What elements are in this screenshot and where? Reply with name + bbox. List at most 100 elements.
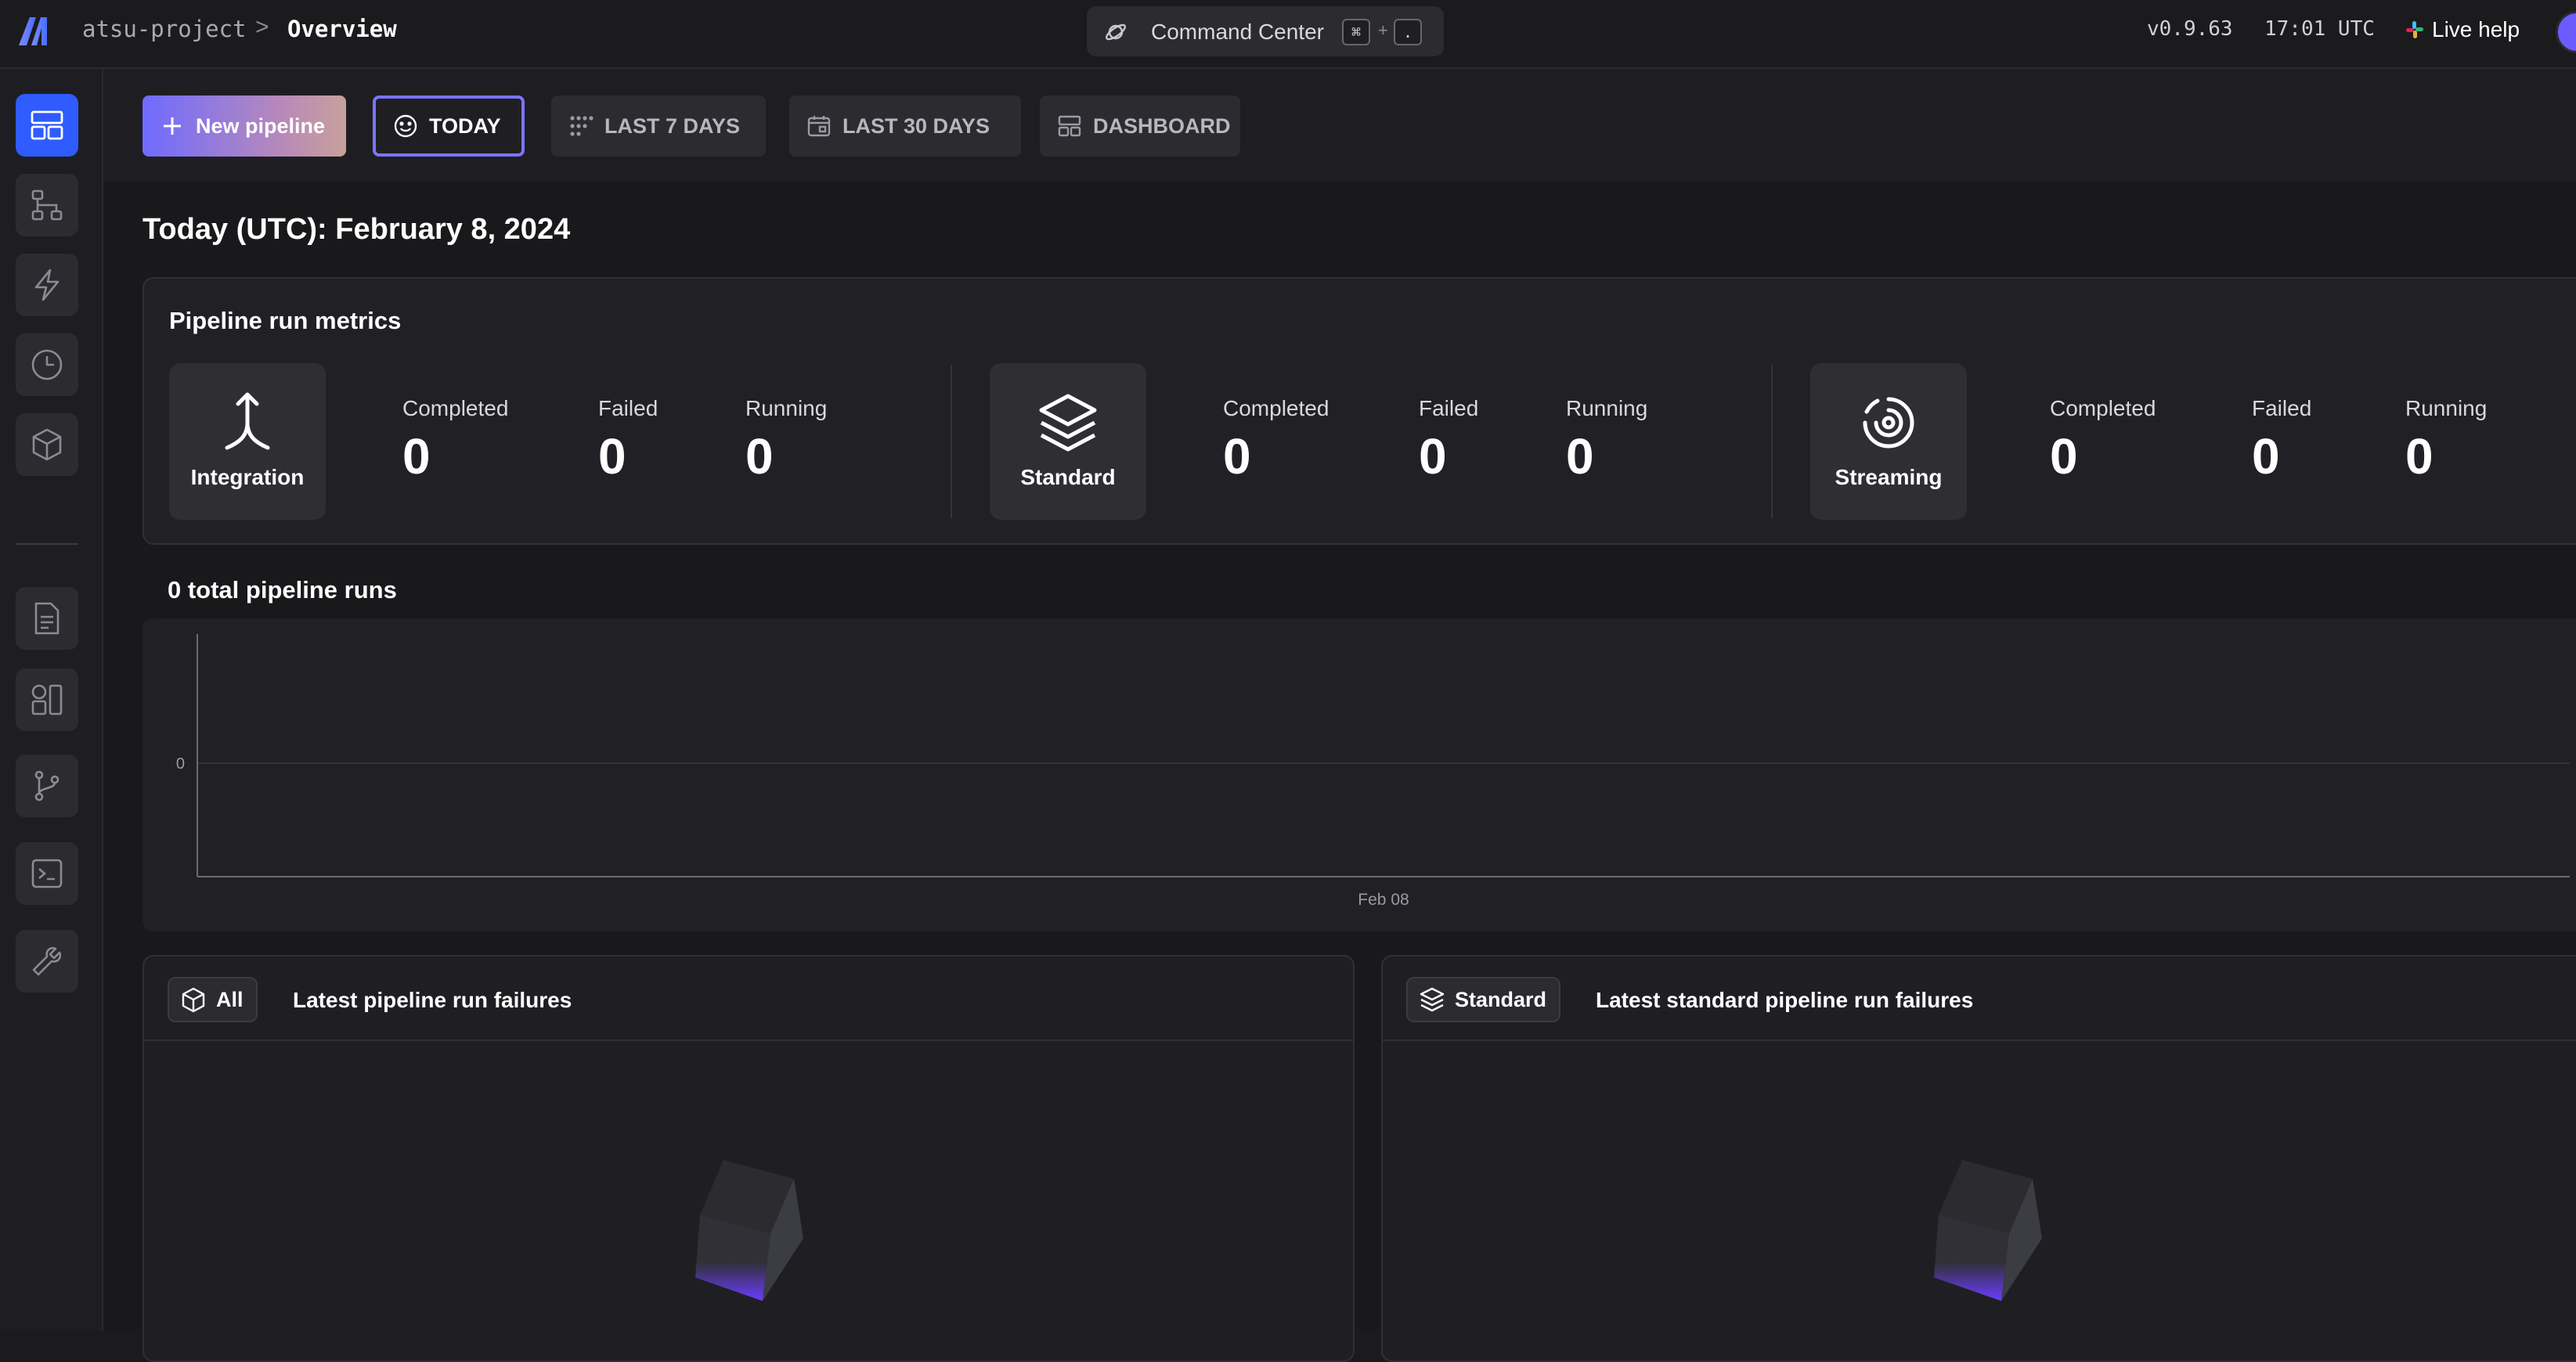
streaming-type-tile: Streaming	[1810, 363, 1967, 520]
calendar-icon	[807, 116, 831, 137]
smiley-icon	[394, 114, 417, 138]
stat-label: Failed	[598, 396, 658, 420]
stat-value: 0	[2252, 428, 2280, 485]
empty-state-cube-icon	[695, 1160, 803, 1301]
stat-label: Running	[745, 396, 828, 420]
stat-value: 0	[1223, 428, 1251, 485]
dashboard-icon	[1058, 115, 1081, 137]
tab-dashboard[interactable]: DASHBOARD	[1040, 95, 1240, 157]
calendar-dots-icon	[570, 116, 593, 136]
file-icon	[34, 602, 60, 635]
top-bar: atsu-project > Overview Command Center ⌘…	[0, 0, 2576, 69]
live-help-label: Live help	[2432, 17, 2520, 41]
mage-logo-icon[interactable]	[17, 14, 58, 47]
streaming-completed-stat: Completed 0	[2050, 396, 2156, 485]
stat-label: Completed	[402, 396, 509, 420]
stat-value: 0	[598, 428, 626, 485]
layers-icon	[1420, 987, 1445, 1012]
date-title: Today (UTC): February 8, 2024	[143, 213, 571, 246]
empty-state-cube-icon	[1934, 1160, 2042, 1301]
clock-label: 17:01 UTC	[2264, 17, 2375, 41]
avatar[interactable]	[2556, 11, 2576, 53]
integration-label: Integration	[190, 465, 305, 489]
metrics-title: Pipeline run metrics	[169, 307, 402, 334]
git-branch-icon	[34, 770, 60, 802]
stat-label: Completed	[2050, 396, 2156, 420]
stat-value: 0	[1566, 428, 1594, 485]
slack-icon	[2406, 21, 2423, 38]
standard-failed-stat: Failed 0	[1419, 396, 1478, 485]
all-chip-label: All	[216, 987, 244, 1011]
runs-chart-svg: 0 Feb 08	[176, 634, 2570, 909]
layers-icon	[1039, 394, 1097, 452]
standard-type-tile: Standard	[990, 363, 1146, 520]
streaming-label: Streaming	[1835, 465, 1943, 489]
streaming-icon	[1863, 397, 1914, 449]
tab-today-label: TODAY	[429, 114, 501, 138]
all-failures-card: All Latest pipeline run failures	[143, 955, 1355, 1362]
sidebar-item-templates[interactable]	[16, 668, 78, 731]
breadcrumb-project[interactable]: atsu-project	[82, 16, 247, 42]
new-pipeline-label: New pipeline	[196, 114, 326, 138]
sidebar-item-runs[interactable]	[16, 333, 78, 396]
tab-last-30-days[interactable]: LAST 30 DAYS	[789, 95, 1021, 157]
sidebar-item-pipelines[interactable]	[16, 174, 78, 236]
sidebar	[0, 69, 103, 1331]
stat-value: 0	[2405, 428, 2433, 485]
stat-value: 0	[2050, 428, 2078, 485]
tab-dashboard-label: DASHBOARD	[1093, 114, 1231, 138]
tab-last-7-days-label: LAST 7 DAYS	[604, 114, 741, 138]
overview-icon	[31, 110, 63, 140]
integration-running-stat: Running 0	[745, 396, 827, 485]
streaming-running-stat: Running 0	[2405, 396, 2487, 485]
standard-failures-card: Standard Latest standard pipeline run fa…	[1381, 955, 2576, 1362]
sidebar-item-triggers[interactable]	[16, 254, 78, 316]
stat-value: 0	[1419, 428, 1447, 485]
sidebar-item-blocks[interactable]	[16, 413, 78, 476]
total-runs-title: 0 total pipeline runs	[168, 576, 397, 604]
standard-label: Standard	[1020, 465, 1116, 489]
all-failures-title: Latest pipeline run failures	[293, 988, 572, 1012]
terminal-icon	[31, 859, 63, 888]
integration-completed-stat: Completed 0	[402, 396, 508, 485]
command-center-label: Command Center	[1151, 20, 1324, 44]
stat-label: Running	[1566, 396, 1648, 420]
sidebar-item-terminal[interactable]	[16, 842, 78, 905]
pipeline-run-metrics-card: Pipeline run metrics Integration Complet…	[143, 277, 2576, 545]
all-filter-chip[interactable]: All	[168, 977, 258, 1022]
tab-last-7-days[interactable]: LAST 7 DAYS	[551, 95, 766, 157]
sidebar-item-settings[interactable]	[16, 930, 78, 993]
sidebar-item-files[interactable]	[16, 587, 78, 650]
metrics-divider	[1771, 365, 1773, 518]
chart-y-tick-label: 0	[176, 755, 185, 773]
standard-completed-stat: Completed 0	[1223, 396, 1329, 485]
pipelines-icon	[31, 189, 63, 221]
tab-today[interactable]: TODAY	[373, 95, 525, 157]
tab-last-30-days-label: LAST 30 DAYS	[842, 114, 990, 138]
sidebar-item-overview[interactable]	[16, 94, 78, 157]
all-failures-header: All Latest pipeline run failures	[144, 957, 1353, 1041]
stat-value: 0	[745, 428, 774, 485]
breadcrumb-separator: >	[255, 14, 269, 40]
standard-failures-title: Latest standard pipeline run failures	[1596, 988, 1974, 1012]
standard-filter-chip[interactable]: Standard	[1406, 977, 1561, 1022]
sidebar-divider	[16, 543, 78, 545]
stat-label: Completed	[1223, 396, 1329, 420]
sidebar-item-version-control[interactable]	[16, 755, 78, 817]
runs-clock-icon	[31, 349, 63, 380]
standard-chip-label: Standard	[1455, 987, 1547, 1011]
command-center-button[interactable]: Command Center ⌘ + .	[1087, 6, 1444, 56]
blocks-icon	[31, 684, 63, 715]
stat-label: Failed	[2252, 396, 2312, 420]
triggers-icon	[34, 268, 60, 301]
integration-type-tile: Integration	[169, 363, 326, 520]
shortcut-key-cmd: ⌘	[1342, 19, 1370, 45]
main-content: New pipeline TODAY LAST 7 DAYS LAST 30 D…	[103, 69, 2576, 1362]
integration-failed-stat: Failed 0	[598, 396, 658, 485]
planet-icon	[1105, 23, 1127, 41]
integration-icon	[225, 392, 270, 450]
pipeline-runs-chart: 0 Feb 08	[143, 618, 2576, 931]
cube-icon	[32, 428, 62, 461]
shortcut-plus: +	[1378, 20, 1388, 40]
new-pipeline-button[interactable]: New pipeline	[143, 95, 346, 157]
